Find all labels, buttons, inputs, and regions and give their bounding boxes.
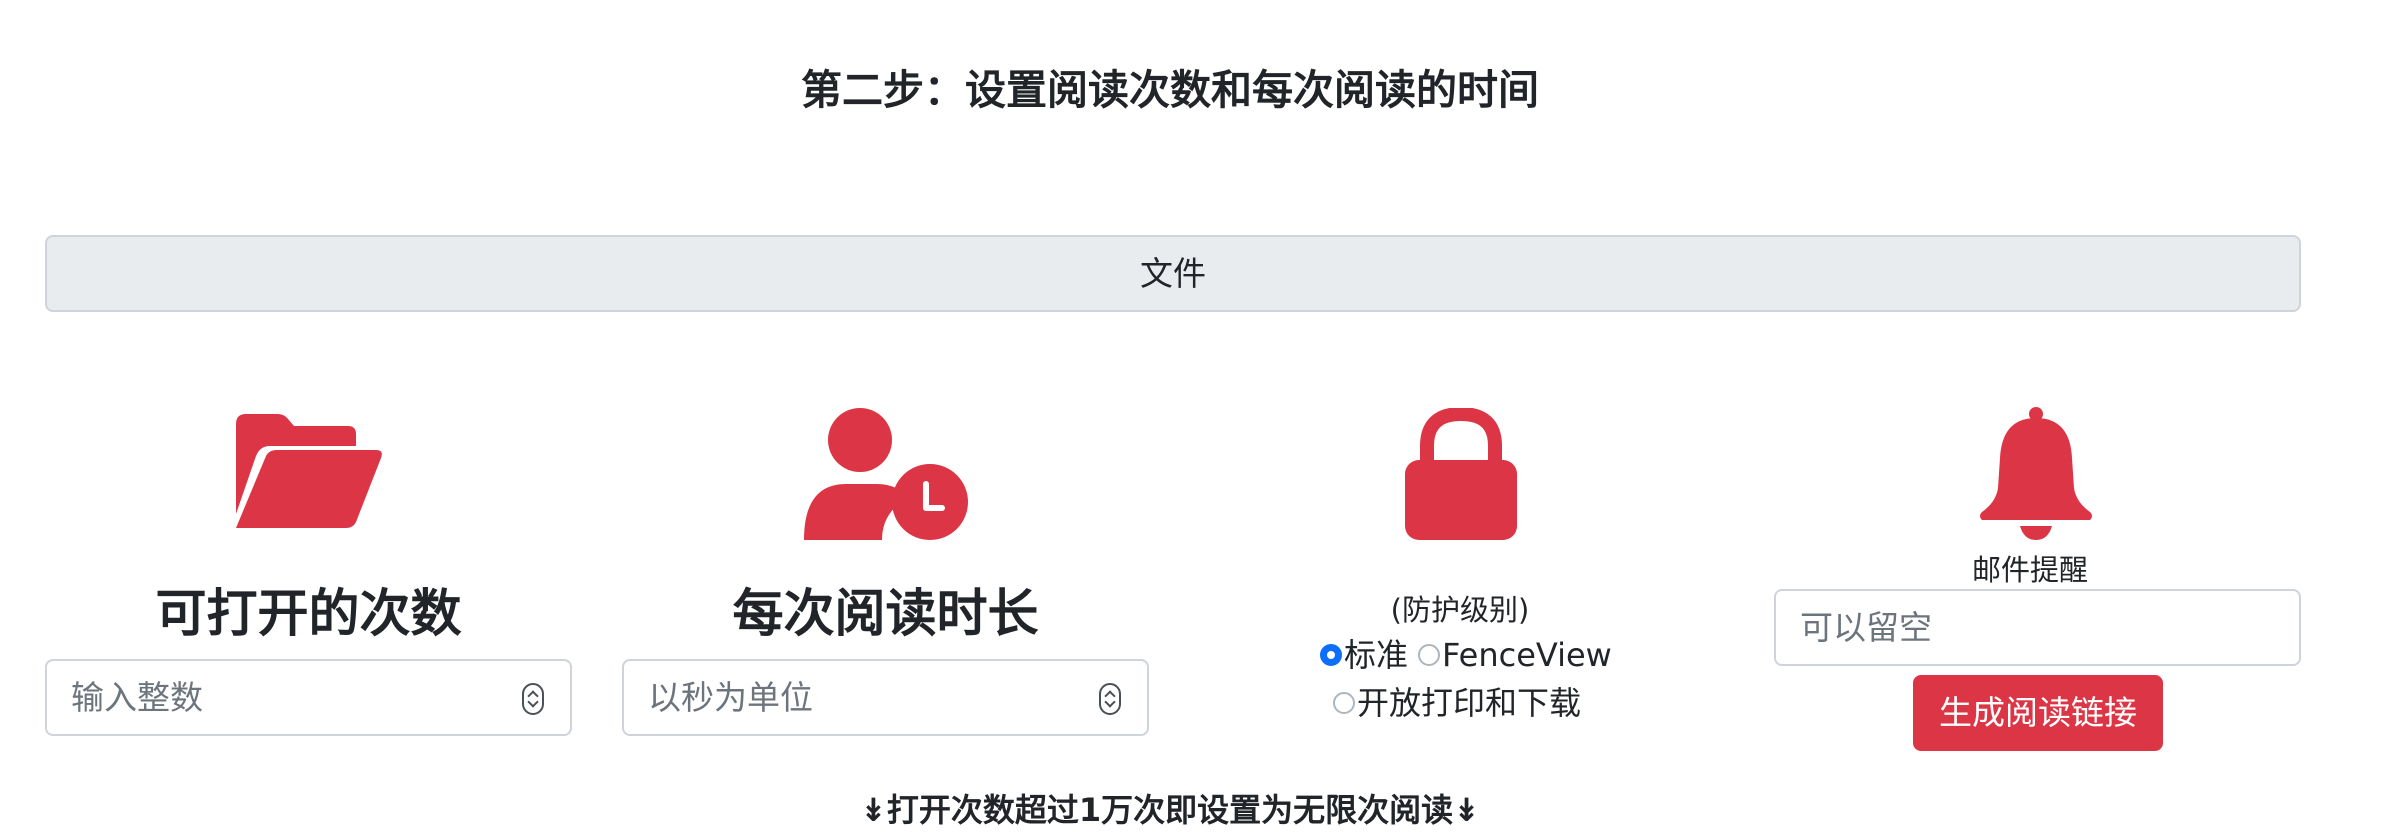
user-clock-icon xyxy=(802,408,968,540)
unlimited-note: ↡打开次数超过1万次即设置为无限次阅读↡ xyxy=(860,791,1480,829)
radio-standard-label: 标准 xyxy=(1344,636,1409,674)
radio-fenceview[interactable]: FenceView xyxy=(1418,633,1612,677)
protection-level-label: (防护级别) xyxy=(1390,593,1530,627)
email-input[interactable]: 可以留空 xyxy=(1774,589,2301,666)
lock-icon xyxy=(1403,408,1519,540)
email-placeholder: 可以留空 xyxy=(1800,608,1932,647)
read-duration-input[interactable]: 以秒为单位 xyxy=(622,659,1149,736)
radio-standard-button[interactable] xyxy=(1320,644,1342,666)
radio-open-print[interactable]: 开放打印和下载 xyxy=(1333,681,1581,725)
stepper-icon[interactable] xyxy=(1099,683,1121,715)
open-count-input[interactable]: 输入整数 xyxy=(45,659,572,736)
page-title: 第二步：设置阅读次数和每次阅读的时间 xyxy=(801,66,1539,114)
read-duration-label: 每次阅读时长 xyxy=(732,585,1039,644)
radio-fenceview-button[interactable] xyxy=(1418,644,1440,666)
open-count-placeholder: 输入整数 xyxy=(71,678,203,717)
bell-icon xyxy=(1978,406,2094,540)
read-duration-placeholder: 以秒为单位 xyxy=(648,678,813,717)
stepper-icon[interactable] xyxy=(522,683,544,715)
open-count-label: 可打开的次数 xyxy=(155,585,462,644)
radio-open-print-button[interactable] xyxy=(1333,692,1355,714)
generate-link-button[interactable]: 生成阅读链接 xyxy=(1913,675,2163,751)
radio-fenceview-label: FenceView xyxy=(1442,636,1612,674)
email-reminder-label: 邮件提醒 xyxy=(1971,553,2088,587)
file-button[interactable]: 文件 xyxy=(45,235,2301,312)
folder-open-icon xyxy=(232,412,384,530)
radio-standard[interactable]: 标准 xyxy=(1320,633,1408,677)
radio-open-print-label: 开放打印和下载 xyxy=(1357,684,1582,722)
